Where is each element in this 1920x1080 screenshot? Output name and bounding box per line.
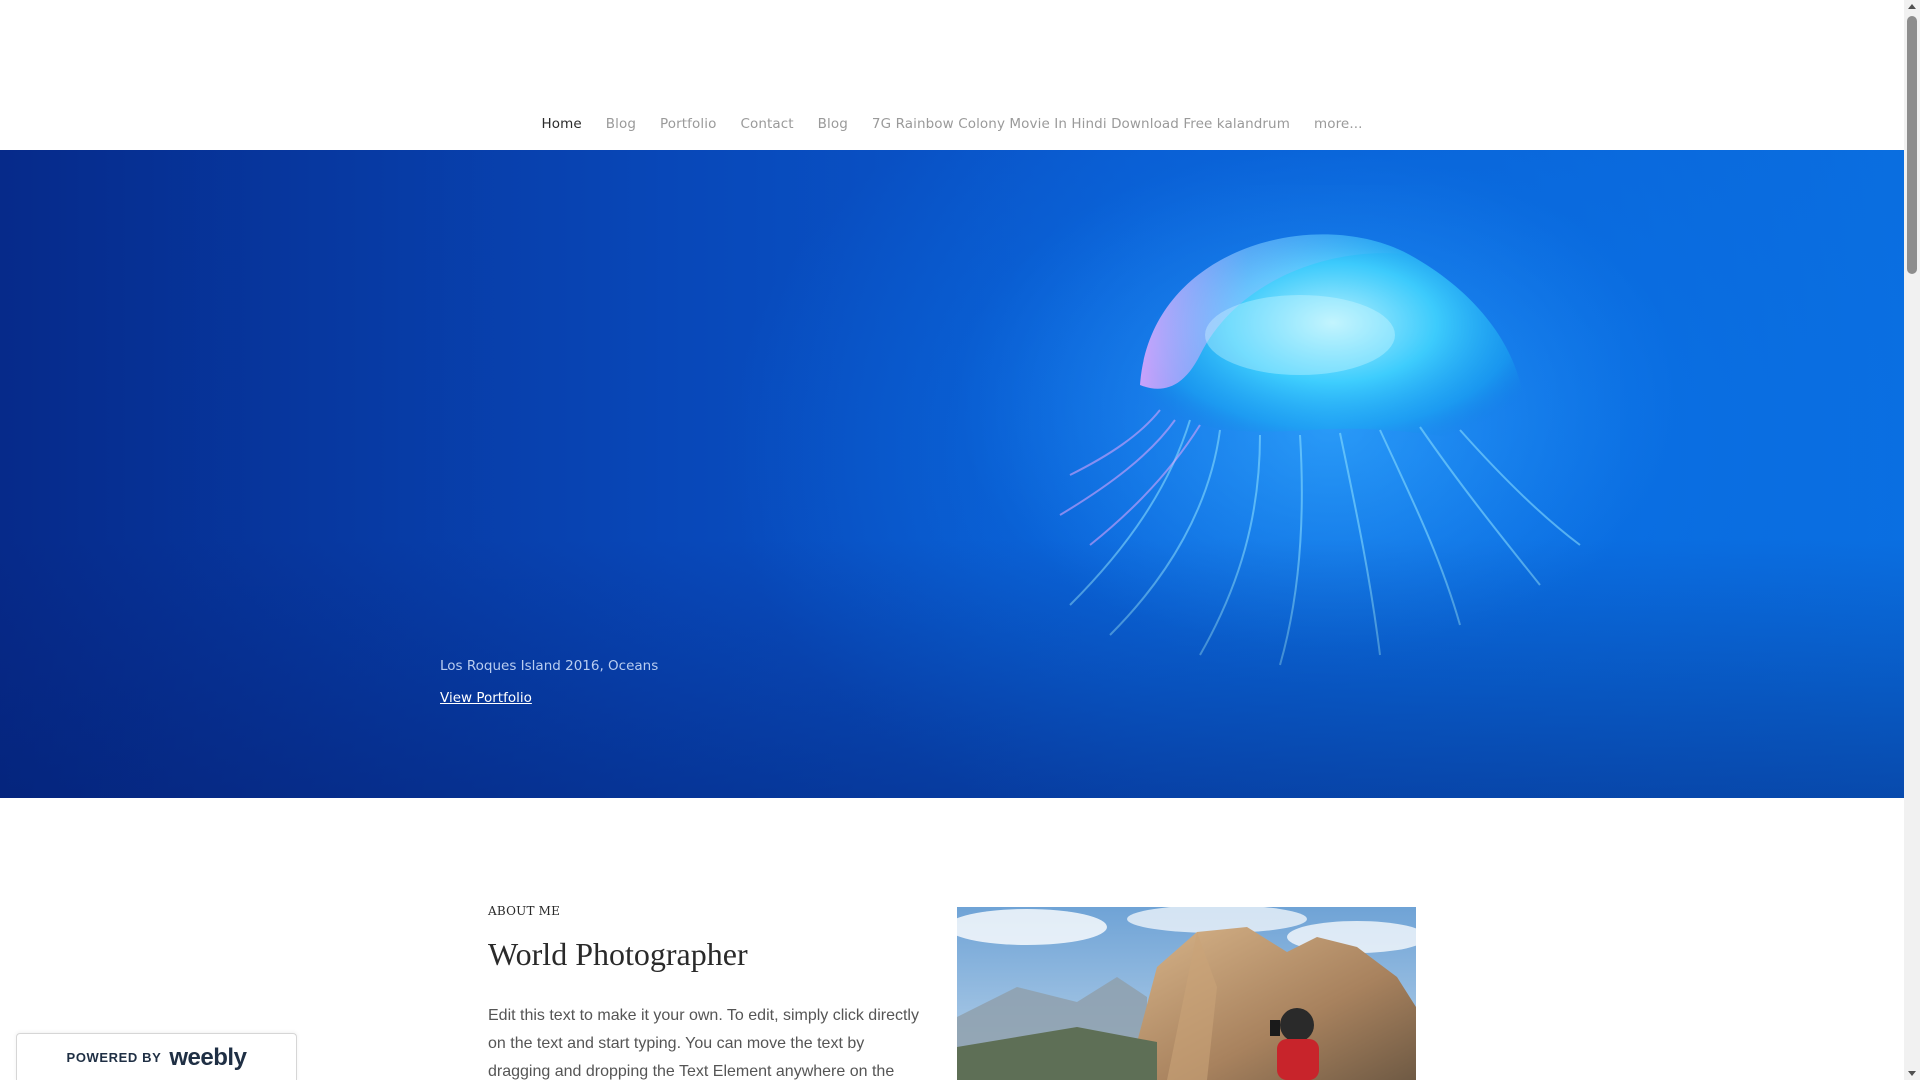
scroll-up-icon[interactable] <box>1908 4 1916 9</box>
nav-item-home[interactable]: Home <box>529 116 593 132</box>
hero-caption: Los Roques Island 2016, Oceans <box>440 658 659 674</box>
nav-item-portfolio[interactable]: Portfolio <box>648 116 728 132</box>
hero-banner: Los Roques Island 2016, Oceans View Port… <box>0 150 1904 798</box>
about-title: World Photographer <box>488 936 748 972</box>
browser-viewport: Home Blog Portfolio Contact Blog 7G Rain… <box>0 0 1920 1080</box>
page: Home Blog Portfolio Contact Blog 7G Rain… <box>0 0 1904 1080</box>
nav-item-movie-page[interactable]: 7G Rainbow Colony Movie In Hindi Downloa… <box>860 116 1302 132</box>
photographer-photo <box>957 907 1416 1080</box>
scrollbar-thumb[interactable] <box>1907 16 1917 274</box>
powered-by-label: POWERED BY <box>66 1050 162 1065</box>
nav-item-blog[interactable]: Blog <box>594 116 648 132</box>
site-header: Home Blog Portfolio Contact Blog 7G Rain… <box>0 0 1904 150</box>
scroll-down-icon[interactable] <box>1908 1071 1916 1076</box>
powered-by-weebly-badge[interactable]: POWERED BY weebly <box>16 1033 297 1080</box>
nav-item-blog-2[interactable]: Blog <box>806 116 860 132</box>
about-eyebrow: ABOUT ME <box>488 904 561 918</box>
vertical-scrollbar[interactable] <box>1904 0 1920 1080</box>
nav-item-contact[interactable]: Contact <box>728 116 805 132</box>
hero-shade <box>0 538 1904 798</box>
about-body-text[interactable]: Edit this text to make it your own. To e… <box>488 1002 928 1080</box>
main-nav: Home Blog Portfolio Contact Blog 7G Rain… <box>0 116 1904 132</box>
view-portfolio-link[interactable]: View Portfolio <box>440 690 532 706</box>
weebly-logo: weebly <box>169 1043 247 1071</box>
nav-item-more[interactable]: more... <box>1302 116 1375 132</box>
